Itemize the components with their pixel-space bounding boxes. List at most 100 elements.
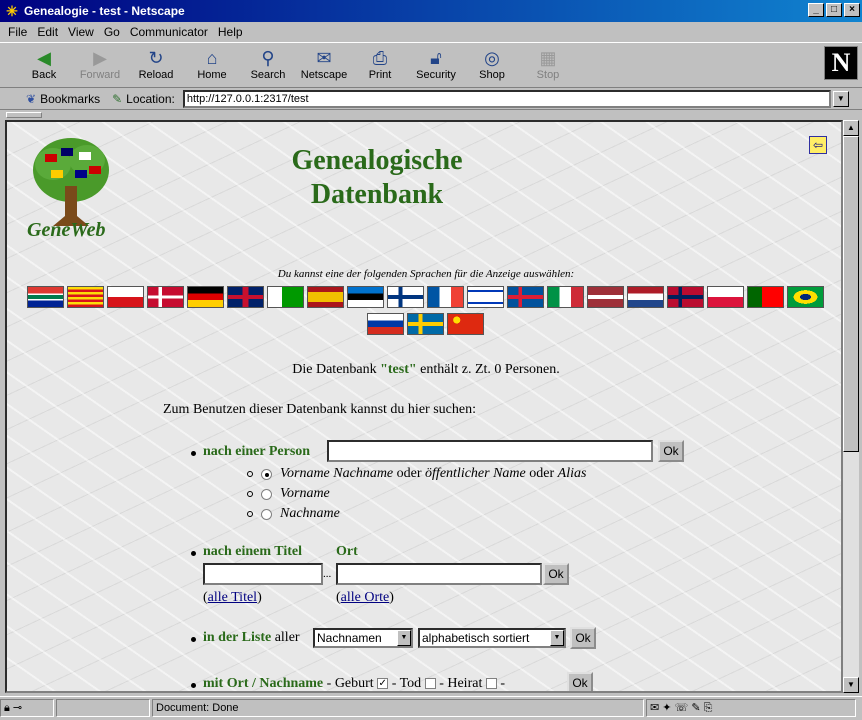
marriage-checkbox[interactable] bbox=[485, 678, 497, 690]
language-flags bbox=[25, 286, 825, 340]
search-button[interactable]: ⚲ Search bbox=[240, 47, 296, 87]
return-arrow-icon[interactable]: ⇦ bbox=[809, 136, 827, 154]
birth-checkbox[interactable]: ✓ bbox=[377, 678, 389, 690]
menu-help[interactable]: Help bbox=[218, 25, 243, 39]
location-toolbar: ❦ Bookmarks ✎ Location: http://127.0.0.1:2… bbox=[0, 88, 862, 110]
person-search-label: nach einer Person bbox=[190, 444, 311, 459]
menu-bar: File Edit View Go Communicator Help bbox=[0, 22, 862, 42]
vertical-scrollbar[interactable]: ▲ ▼ bbox=[843, 120, 859, 693]
flag-cn-link[interactable] bbox=[446, 313, 484, 335]
scroll-up-button[interactable]: ▲ bbox=[843, 120, 859, 136]
flag-pl-link[interactable] bbox=[706, 286, 744, 308]
menu-communicator[interactable]: Communicator bbox=[130, 25, 208, 39]
progress-bar bbox=[56, 698, 150, 717]
flag-cz-link[interactable] bbox=[106, 286, 144, 308]
list-ok-button[interactable]: Ok bbox=[570, 627, 596, 649]
scroll-down-button[interactable]: ▼ bbox=[843, 677, 859, 693]
title-input[interactable] bbox=[203, 563, 323, 585]
search-icon: ⚲ bbox=[261, 47, 275, 68]
flag-za-link[interactable] bbox=[26, 286, 64, 308]
all-titles-link-wrap: (alle Titel) bbox=[203, 590, 262, 605]
database-stat: Die Datenbank "test" enthält z. Zt. 0 Pe… bbox=[292, 362, 560, 377]
flag-br-link[interactable] bbox=[786, 286, 824, 308]
flag-ru-link[interactable] bbox=[366, 313, 404, 335]
menu-view[interactable]: View bbox=[68, 25, 94, 39]
all-titles-link[interactable]: alle Titel bbox=[208, 590, 257, 605]
place-label: Ort bbox=[336, 544, 358, 559]
toolbar-collapse-handle[interactable] bbox=[6, 112, 42, 118]
radio-button-full-name[interactable] bbox=[261, 468, 272, 480]
security-button[interactable]: 🔓︎ Security bbox=[408, 47, 464, 87]
flag-ca-link[interactable] bbox=[66, 286, 104, 308]
bookmark-icon: ❦ bbox=[26, 91, 37, 106]
shop-button[interactable]: ◎ Shop bbox=[464, 47, 520, 87]
chevron-down-icon: ▼ bbox=[550, 630, 564, 646]
flag-fr-link[interactable] bbox=[426, 286, 464, 308]
death-checkbox[interactable] bbox=[424, 678, 436, 690]
netscape-button[interactable]: ✉ Netscape bbox=[296, 47, 352, 87]
all-places-link[interactable]: alle Orte bbox=[341, 590, 390, 605]
stop-button[interactable]: ▦ Stop bbox=[520, 47, 576, 87]
geneweb-logo: GeneWeb bbox=[23, 136, 119, 241]
page-content: GeneWeb Genealogische Datenbank ⇦ Du kann… bbox=[5, 120, 843, 693]
flag-gb-link[interactable] bbox=[226, 286, 264, 308]
place-name-ok-button[interactable]: Ok bbox=[567, 672, 593, 691]
logo-text: GeneWeb bbox=[27, 219, 106, 240]
flag-es-link[interactable] bbox=[306, 286, 344, 308]
flag-dk-link[interactable] bbox=[146, 286, 184, 308]
url-dropdown-button[interactable]: ▼ bbox=[832, 90, 849, 107]
lock-icon: 🔓︎ bbox=[430, 47, 442, 68]
radio-button-first-name[interactable] bbox=[261, 488, 272, 500]
flag-eo-link[interactable] bbox=[266, 286, 304, 308]
bookmarks-button[interactable]: ❦ Bookmarks bbox=[26, 92, 100, 106]
navigation-toolbar: ◀ Back ▶ Forward ↻ Reload ⌂ Home ⚲ Search ✉ Ne… bbox=[0, 42, 862, 88]
flag-fi-link[interactable] bbox=[386, 286, 424, 308]
close-button[interactable]: × bbox=[844, 3, 860, 17]
printer-icon: ⎙ bbox=[372, 47, 388, 68]
maximize-button[interactable]: □ bbox=[826, 3, 842, 17]
menu-edit[interactable]: Edit bbox=[37, 25, 58, 39]
title-search-label: nach einem Titel bbox=[190, 544, 303, 559]
place-input[interactable] bbox=[336, 563, 542, 585]
status-bar: 🔒︎ ⊸ Document: Done ✉ ✦ ☏ ✎ ⎘ bbox=[0, 696, 862, 718]
flag-il-link[interactable] bbox=[466, 286, 504, 308]
print-button[interactable]: ⎙ Print bbox=[352, 47, 408, 87]
flag-lv-link[interactable] bbox=[586, 286, 624, 308]
chevron-down-icon: ▼ bbox=[397, 630, 411, 646]
page-proxy-icon[interactable]: ✎ bbox=[112, 92, 122, 106]
menu-go[interactable]: Go bbox=[104, 25, 120, 39]
url-input[interactable]: http://127.0.0.1:2317/test bbox=[182, 89, 831, 108]
radio-option-first-name[interactable]: Vorname bbox=[247, 486, 330, 502]
back-button[interactable]: ◀ Back bbox=[16, 47, 72, 87]
radio-option-last-name[interactable]: Nachname bbox=[247, 506, 340, 522]
language-prompt: Du kannst eine der folgenden Sprachen fü… bbox=[277, 268, 575, 280]
flag-it-link[interactable] bbox=[546, 286, 584, 308]
flag-ee-link[interactable] bbox=[346, 286, 384, 308]
forward-button[interactable]: ▶ Forward bbox=[72, 47, 128, 87]
flag-se-link[interactable] bbox=[406, 313, 444, 335]
page-title: Genealogische Datenbank bbox=[291, 145, 463, 210]
title-ok-button[interactable]: Ok bbox=[543, 563, 569, 585]
radio-button-last-name[interactable] bbox=[261, 508, 272, 520]
security-status-icon[interactable]: 🔒︎ ⊸ bbox=[0, 698, 54, 717]
flag-nl-link[interactable] bbox=[626, 286, 664, 308]
flag-de-link[interactable] bbox=[186, 286, 224, 308]
search-intro: Zum Benutzen dieser Datenbank kannst du … bbox=[163, 402, 476, 417]
minimize-button[interactable]: _ bbox=[808, 3, 824, 17]
home-button[interactable]: ⌂ Home bbox=[184, 47, 240, 87]
radio-option-full-name[interactable]: Vorname Nachname oder öffentlicher Name … bbox=[247, 466, 586, 482]
scroll-thumb[interactable] bbox=[843, 136, 859, 452]
place-name-row: mit Ort / Nachname - Geburt ✓ - Tod - He… bbox=[190, 676, 506, 691]
flag-is-link[interactable] bbox=[506, 286, 544, 308]
person-ok-button[interactable]: Ok bbox=[658, 440, 684, 462]
flag-pt-link[interactable] bbox=[746, 286, 784, 308]
menu-file[interactable]: File bbox=[8, 25, 27, 39]
list-type-select[interactable]: Nachnamen ▼ bbox=[313, 628, 413, 648]
sort-order-select[interactable]: alphabetisch sortiert ▼ bbox=[418, 628, 566, 648]
person-search-input[interactable] bbox=[327, 440, 653, 462]
flag-no-link[interactable] bbox=[666, 286, 704, 308]
home-icon: ⌂ bbox=[206, 47, 218, 68]
component-bar[interactable]: ✉ ✦ ☏ ✎ ⎘ bbox=[646, 698, 856, 717]
window-titlebar: ✳ Genealogie - test - Netscape _ □ × bbox=[0, 0, 862, 22]
reload-button[interactable]: ↻ Reload bbox=[128, 47, 184, 87]
